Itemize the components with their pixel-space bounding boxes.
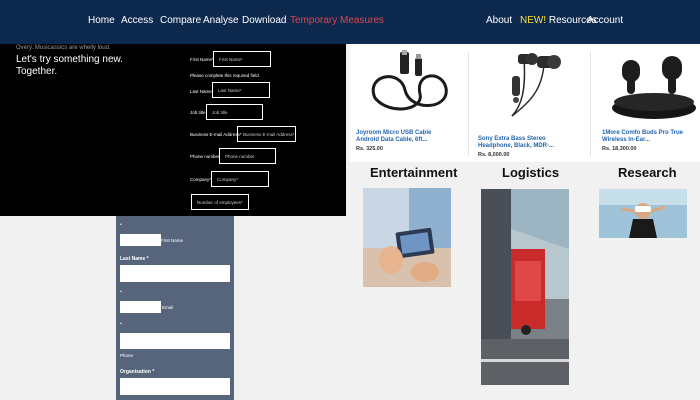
- bullet-marker: •: [120, 222, 122, 228]
- side-phone-input[interactable]: [120, 333, 230, 349]
- job-title-field[interactable]: Job title: [206, 104, 263, 120]
- side-last-name-label: Last Name *: [120, 256, 149, 262]
- company-field[interactable]: Company*: [211, 171, 269, 187]
- side-organisation-label: Organisation *: [120, 369, 155, 375]
- category-title-entertainment[interactable]: Entertainment: [370, 165, 457, 180]
- company-label: Company*: [190, 177, 212, 182]
- employees-field[interactable]: Number of employees*: [191, 194, 249, 210]
- nav-home[interactable]: Home: [88, 15, 115, 26]
- form-heading: Let's try something new. Together.: [16, 54, 123, 77]
- logistics-image[interactable]: [481, 189, 569, 385]
- nav-compare[interactable]: Compare: [160, 15, 201, 26]
- category-title-research[interactable]: Research: [618, 165, 677, 180]
- product-price: Rs. 325.00: [356, 146, 383, 152]
- headphone-image[interactable]: [482, 50, 582, 120]
- side-email-input[interactable]: [120, 301, 161, 313]
- entertainment-image[interactable]: [363, 188, 451, 287]
- first-name-label: First Name*: [190, 57, 214, 62]
- research-image[interactable]: [599, 189, 687, 238]
- bullet-marker: •: [120, 321, 122, 327]
- product-title[interactable]: Joyroom Micro USB Cable Android Data Cab…: [356, 130, 452, 144]
- side-email-text: Email: [162, 305, 174, 310]
- last-name-field[interactable]: Last Name*: [212, 82, 270, 98]
- product-title[interactable]: 1More Comfo Buds Pro True Wireless In-Ea…: [602, 130, 698, 144]
- nav-resources[interactable]: NEW! Resources: [520, 15, 597, 26]
- new-badge: NEW!: [520, 15, 547, 26]
- product-price: Rs. 8,000.00: [478, 152, 510, 158]
- bullet-marker: •: [120, 289, 122, 295]
- email-field[interactable]: Business E-mail Address*: [237, 126, 296, 142]
- nav-analyse[interactable]: Analyse: [203, 15, 239, 26]
- job-title-label: Job title: [190, 110, 206, 115]
- phone-field[interactable]: Phone number: [219, 148, 276, 164]
- side-form-panel: • First Name Last Name * • Email • Phone…: [116, 216, 234, 400]
- side-last-name-input[interactable]: [120, 265, 230, 282]
- phone-label: Phone number: [190, 154, 220, 159]
- nav-temporary-measures[interactable]: Temporary Measures: [290, 15, 384, 26]
- first-name-field[interactable]: First Name*: [213, 51, 271, 67]
- product-divider: [590, 52, 591, 156]
- usb-cable-image[interactable]: [360, 50, 460, 120]
- nav-download[interactable]: Download: [242, 15, 286, 26]
- email-label: Business E-mail Address*: [190, 132, 242, 137]
- side-organisation-input[interactable]: [120, 378, 230, 395]
- side-first-name-input[interactable]: [120, 234, 161, 246]
- form-subline: Overy. Musicassics are whelly loud.: [16, 45, 111, 51]
- product-price: Rs. 18,300.00: [602, 146, 637, 152]
- product-carousel: Joyroom Micro USB Cable Android Data Cab…: [350, 44, 700, 162]
- product-title[interactable]: Sony Extra Bass Stereo Headphone, Black,…: [478, 136, 574, 150]
- category-title-logistics[interactable]: Logistics: [502, 165, 559, 180]
- last-name-label: Last Name*: [190, 89, 214, 94]
- product-divider: [468, 52, 469, 156]
- earbuds-image[interactable]: [602, 50, 700, 120]
- nav-about[interactable]: About: [486, 15, 512, 26]
- side-first-name-text: First Name: [161, 238, 184, 243]
- side-phone-text: Phone: [120, 353, 134, 358]
- top-navigation: Home Access Compare Analyse Download Tem…: [0, 0, 700, 44]
- nav-access[interactable]: Access: [121, 15, 153, 26]
- contact-form-panel: Overy. Musicassics are whelly loud. Let'…: [0, 44, 346, 216]
- required-error-text: Please complete this required field.: [190, 73, 261, 78]
- nav-account[interactable]: Account: [587, 15, 623, 26]
